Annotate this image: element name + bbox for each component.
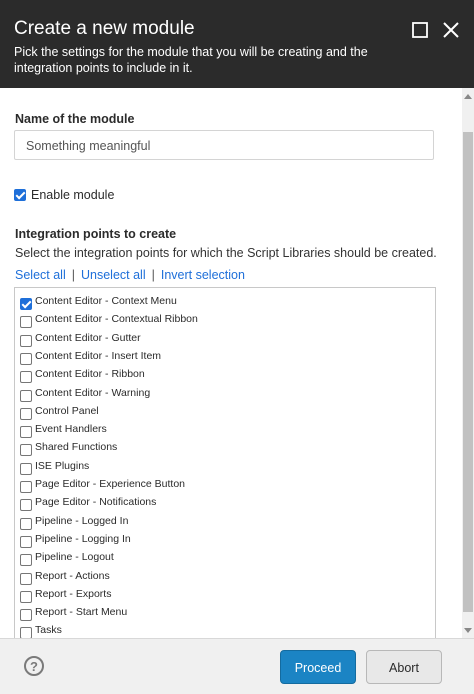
module-name-label: Name of the module <box>15 112 135 126</box>
integration-point-item[interactable]: Tasks <box>15 623 435 638</box>
integration-point-checkbox[interactable] <box>20 298 32 310</box>
integration-point-label: Pipeline - Logging In <box>35 532 131 545</box>
integration-point-checkbox[interactable] <box>20 609 32 622</box>
dialog-footer: ? Proceed Abort <box>0 638 474 694</box>
integration-point-item[interactable]: Content Editor - Context Menu <box>15 294 435 312</box>
dialog-header: Create a new module Pick the settings fo… <box>0 0 474 88</box>
unselect-all-link[interactable]: Unselect all <box>81 268 146 282</box>
integration-point-item[interactable]: Report - Start Menu <box>15 605 435 623</box>
integration-point-label: Tasks <box>35 624 62 637</box>
integration-point-label: Event Handlers <box>35 423 107 436</box>
invert-selection-link[interactable]: Invert selection <box>161 268 245 282</box>
integration-point-label: Content Editor - Ribbon <box>35 368 145 381</box>
maximize-icon[interactable] <box>410 20 430 40</box>
integration-point-item[interactable]: Pipeline - Logging In <box>15 532 435 550</box>
integration-point-item[interactable]: Pipeline - Logged In <box>15 514 435 532</box>
integration-point-item[interactable]: Pipeline - Logout <box>15 550 435 568</box>
integration-point-checkbox[interactable] <box>20 627 32 638</box>
integration-point-item[interactable]: Event Handlers <box>15 422 435 440</box>
integration-point-label: Pipeline - Logout <box>35 551 114 564</box>
integration-point-checkbox[interactable] <box>20 371 32 384</box>
integration-point-item[interactable]: ISE Plugins <box>15 459 435 477</box>
integration-point-checkbox[interactable] <box>20 352 32 365</box>
integration-point-label: ISE Plugins <box>35 459 90 472</box>
select-all-link[interactable]: Select all <box>15 268 66 282</box>
integration-points-description: Select the integration points for which … <box>15 246 437 260</box>
scrollbar-thumb[interactable] <box>463 132 473 612</box>
integration-point-label: Content Editor - Gutter <box>35 331 141 344</box>
integration-point-checkbox[interactable] <box>20 316 32 329</box>
proceed-button[interactable]: Proceed <box>280 650 356 684</box>
integration-point-item[interactable]: Content Editor - Insert Item <box>15 349 435 367</box>
integration-point-checkbox[interactable] <box>20 572 32 585</box>
integration-point-label: Content Editor - Context Menu <box>35 295 177 307</box>
integration-point-label: Content Editor - Insert Item <box>35 349 162 362</box>
integration-point-checkbox[interactable] <box>20 407 32 420</box>
integration-point-item[interactable]: Page Editor - Notifications <box>15 495 435 513</box>
integration-point-label: Pipeline - Logged In <box>35 514 129 527</box>
integration-point-label: Content Editor - Warning <box>35 386 151 399</box>
integration-point-label: Control Panel <box>35 404 99 417</box>
integration-point-item[interactable]: Content Editor - Gutter <box>15 331 435 349</box>
link-separator: | <box>151 268 155 282</box>
close-icon[interactable] <box>441 20 461 40</box>
integration-point-checkbox[interactable] <box>20 535 32 548</box>
scrollbar[interactable] <box>462 88 474 638</box>
scroll-up-icon[interactable] <box>464 94 472 99</box>
integration-point-item[interactable]: Control Panel <box>15 404 435 422</box>
integration-points-heading: Integration points to create <box>15 227 177 241</box>
integration-point-label: Page Editor - Notifications <box>35 496 157 509</box>
integration-point-label: Report - Actions <box>35 569 110 582</box>
integration-point-label: Content Editor - Contextual Ribbon <box>35 313 198 326</box>
integration-point-item[interactable]: Page Editor - Experience Button <box>15 477 435 495</box>
selection-links: Select all | Unselect all | Invert selection <box>15 268 245 282</box>
integration-point-label: Report - Start Menu <box>35 606 128 619</box>
integration-point-label: Shared Functions <box>35 441 118 454</box>
integration-point-checkbox[interactable] <box>20 554 32 567</box>
integration-point-checkbox[interactable] <box>20 590 32 603</box>
integration-point-item[interactable]: Content Editor - Contextual Ribbon <box>15 312 435 330</box>
integration-point-checkbox[interactable] <box>20 389 32 402</box>
integration-points-list[interactable]: Content Editor - Context Menu Content Edi… <box>14 287 436 638</box>
integration-point-checkbox[interactable] <box>20 444 32 457</box>
help-icon[interactable]: ? <box>24 656 44 676</box>
integration-point-item[interactable]: Content Editor - Ribbon <box>15 367 435 385</box>
integration-point-checkbox[interactable] <box>20 481 32 493</box>
enable-module-checkbox[interactable] <box>14 189 26 201</box>
integration-point-label: Page Editor - Experience Button <box>35 478 186 490</box>
integration-point-item[interactable]: Report - Actions <box>15 569 435 587</box>
module-name-input[interactable]: Something meaningful <box>14 130 434 160</box>
integration-point-checkbox[interactable] <box>20 426 32 439</box>
link-separator: | <box>71 268 75 282</box>
dialog-subtitle: Pick the settings for the module that yo… <box>14 45 368 75</box>
scroll-down-icon[interactable] <box>464 628 472 633</box>
integration-point-checkbox[interactable] <box>20 462 32 475</box>
integration-point-checkbox[interactable] <box>20 517 32 530</box>
integration-point-checkbox[interactable] <box>20 334 32 347</box>
integration-point-item[interactable]: Shared Functions <box>15 440 435 458</box>
dialog-title: Create a new module <box>14 18 195 39</box>
integration-point-label: Report - Exports <box>35 587 112 600</box>
abort-button[interactable]: Abort <box>366 650 442 684</box>
integration-point-checkbox[interactable] <box>20 499 32 512</box>
integration-point-item[interactable]: Content Editor - Warning <box>15 386 435 404</box>
enable-module-label: Enable module <box>31 188 115 202</box>
integration-point-item[interactable]: Report - Exports <box>15 587 435 605</box>
